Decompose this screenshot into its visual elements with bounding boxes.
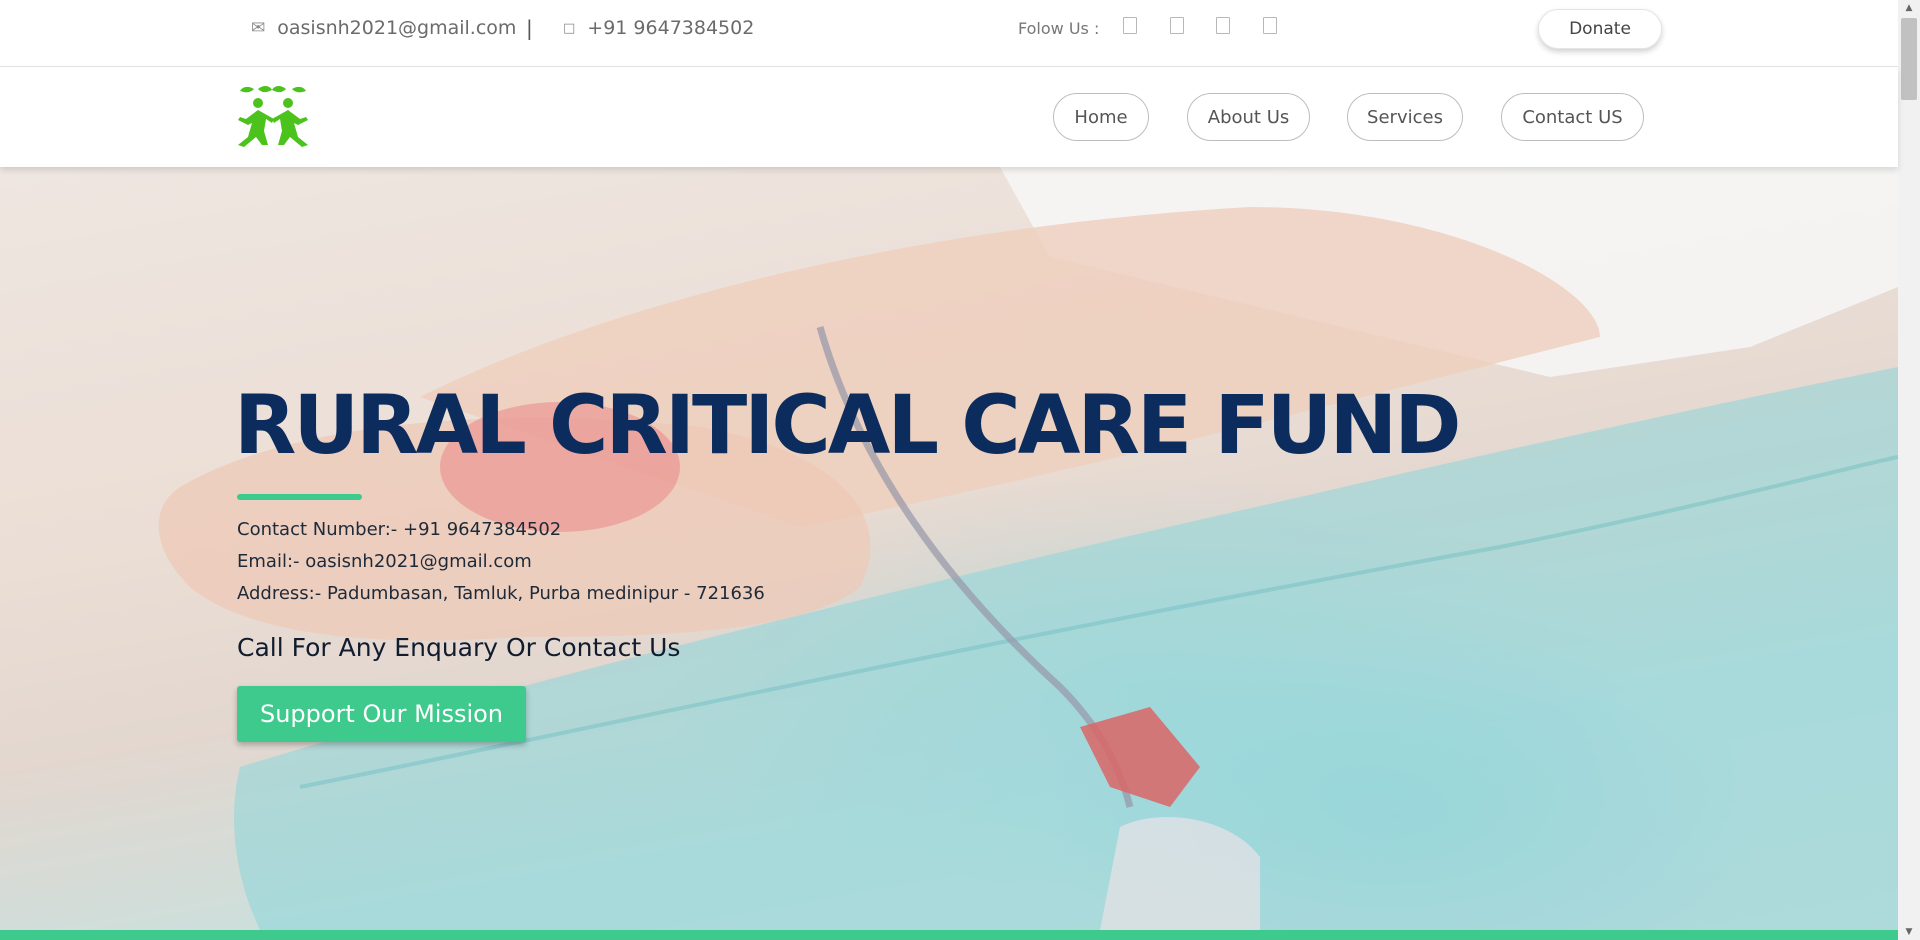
nav-contact-us[interactable]: Contact US bbox=[1501, 93, 1644, 141]
hero-title: RURAL CRITICAL CARE FUND bbox=[234, 379, 1461, 473]
topbar-separator: | bbox=[526, 16, 533, 40]
phone-icon: □ bbox=[563, 20, 576, 36]
nav-home[interactable]: Home bbox=[1053, 93, 1149, 141]
scroll-thumb[interactable] bbox=[1901, 18, 1917, 100]
address-line: Address:- Padumbasan, Tamluk, Purba medi… bbox=[237, 583, 765, 604]
main-navbar: Home About Us Services Contact US bbox=[0, 67, 1898, 167]
page-scrollbar[interactable]: ▲ ▼ bbox=[1898, 0, 1920, 940]
youtube-icon[interactable] bbox=[1263, 17, 1277, 34]
topbar-email-text: oasisnh2021@gmail.com bbox=[277, 17, 517, 39]
nav-services[interactable]: Services bbox=[1347, 93, 1463, 141]
scroll-down-arrow-icon[interactable]: ▼ bbox=[1898, 924, 1920, 940]
twitter-icon[interactable] bbox=[1170, 17, 1184, 34]
logo[interactable] bbox=[236, 83, 316, 147]
topbar-phone-text: +91 9647384502 bbox=[587, 17, 755, 39]
topbar-phone[interactable]: □ +91 9647384502 bbox=[563, 17, 754, 39]
hero-section: RURAL CRITICAL CARE FUND Contact Number:… bbox=[0, 167, 1898, 930]
enquiry-heading: Call For Any Enquary Or Contact Us bbox=[237, 633, 681, 662]
email-line: Email:- oasisnh2021@gmail.com bbox=[237, 551, 532, 572]
nav-about-us[interactable]: About Us bbox=[1187, 93, 1310, 141]
contact-number-line: Contact Number:- +91 9647384502 bbox=[237, 519, 562, 540]
title-underline bbox=[237, 494, 362, 500]
envelope-icon: ✉ bbox=[251, 18, 266, 38]
instagram-icon[interactable] bbox=[1216, 17, 1230, 34]
donate-button[interactable]: Donate bbox=[1538, 9, 1662, 49]
support-mission-button[interactable]: Support Our Mission bbox=[237, 686, 526, 742]
follow-us-label: Folow Us : bbox=[1018, 19, 1100, 38]
topbar-email[interactable]: ✉ oasisnh2021@gmail.com bbox=[251, 17, 516, 39]
scroll-up-arrow-icon[interactable]: ▲ bbox=[1898, 0, 1920, 16]
top-bar: ✉ oasisnh2021@gmail.com | □ +91 96473845… bbox=[0, 0, 1898, 67]
bottom-accent-strip bbox=[0, 930, 1898, 940]
facebook-icon[interactable] bbox=[1123, 17, 1137, 34]
